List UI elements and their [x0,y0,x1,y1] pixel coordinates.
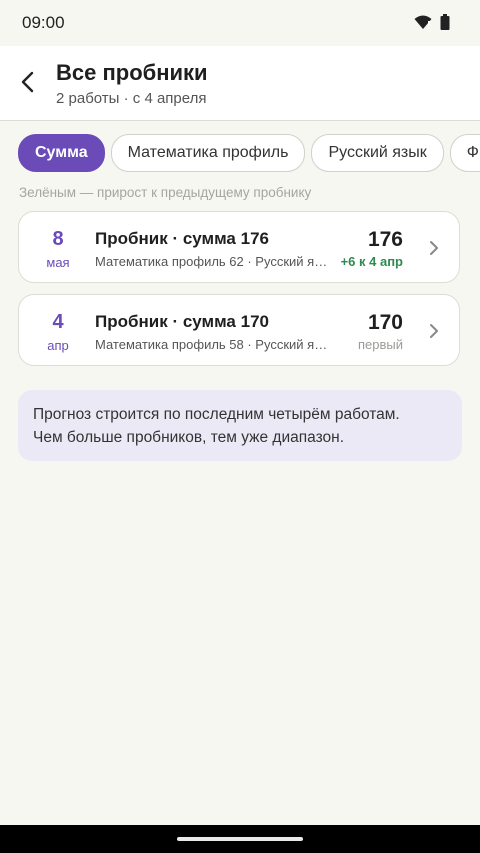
item-day: 4 [52,311,64,333]
note-line-1: Прогноз строится по последним четырём ра… [33,406,400,423]
status-icons [414,14,450,30]
status-bar: 09:00 [0,0,480,46]
item-delta: первый [357,337,403,352]
app-header: Все пробники 2 работы · с 4 апреля [0,46,480,121]
chip-physics[interactable]: Физика [449,134,480,172]
item-title: Пробник · сумма 176 [95,229,269,248]
item-delta: +6 к 4 апр [340,254,403,269]
system-nav-bar [0,825,480,853]
item-score: 170 [367,311,403,334]
home-indicator[interactable] [177,837,303,841]
hint-text: Зелёным — прирост к предыдущему пробнику [19,185,312,200]
item-score: 176 [367,228,403,251]
item-title: Пробник · сумма 170 [95,312,269,331]
chip-sum[interactable]: Сумма [18,134,105,172]
list-item[interactable]: 4 апр Пробник · сумма 170 Математика про… [18,294,460,366]
item-month: мая [46,255,70,270]
item-day: 8 [52,228,64,250]
chevron-right-icon [430,324,438,338]
item-date: 4 апр [19,295,97,353]
item-description: Математика профиль 62 · Русский язык 114 [95,254,331,269]
page-subtitle: 2 работы · с 4 апреля [56,90,207,107]
note-line-2: Чем больше пробников, тем уже диапазон. [33,429,345,446]
item-date: 8 мая [19,212,97,270]
item-description: Математика профиль 58 · Русский язык 112 [95,337,331,352]
back-arrow-icon[interactable] [14,68,42,96]
item-month: апр [47,338,69,353]
chip-russian[interactable]: Русский язык [311,134,444,172]
status-time: 09:00 [22,13,65,32]
list-item[interactable]: 8 мая Пробник · сумма 176 Математика про… [18,211,460,283]
chip-math-profile[interactable]: Математика профиль [110,134,306,172]
page-title: Все пробники [56,60,208,85]
filter-chips: СуммаМатематика профильРусский языкФизик… [18,134,480,172]
wifi-icon [414,15,432,29]
chevron-right-icon [430,241,438,255]
info-note: Прогноз строится по последним четырём ра… [18,390,462,461]
battery-icon [440,14,450,30]
